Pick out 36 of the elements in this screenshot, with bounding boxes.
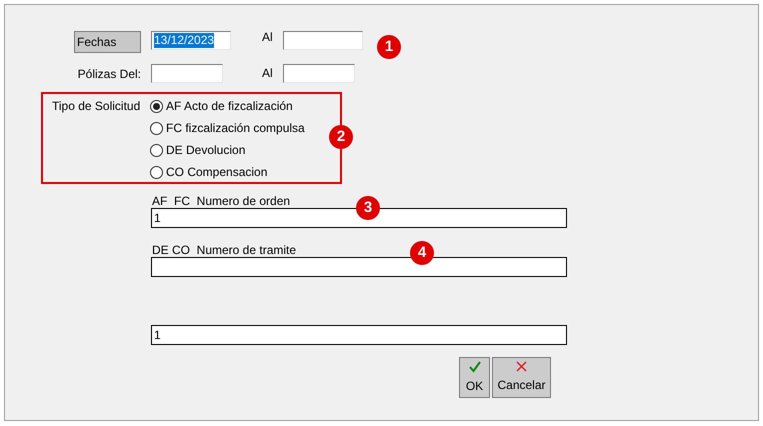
radio-button[interactable] <box>150 100 163 112</box>
poliza-field[interactable] <box>283 64 355 83</box>
field-value: 1 <box>154 210 161 227</box>
radio-button[interactable] <box>150 166 163 178</box>
radio-label: DE Devolucion <box>166 142 246 159</box>
annotation-badge: 4 <box>410 241 434 265</box>
text-field[interactable]: 1 <box>151 325 567 345</box>
poliza-field[interactable] <box>151 64 223 83</box>
radio-button[interactable] <box>150 122 163 134</box>
radio-option[interactable]: FC fizcalización compulsa <box>150 120 305 136</box>
cancel-button[interactable]: Cancelar <box>492 357 551 398</box>
ok-button[interactable]: OK <box>459 357 490 398</box>
field-value: 1 <box>154 327 161 344</box>
annotation-badge: 2 <box>329 125 353 149</box>
date-field[interactable]: 13/12/2023 <box>151 31 231 50</box>
check-icon <box>468 360 480 372</box>
annotation-badge: 1 <box>377 35 401 59</box>
radio-label: FC fizcalización compulsa <box>166 120 305 137</box>
radio-label: AF Acto de fizcalización <box>166 98 293 115</box>
radio-button[interactable] <box>150 144 163 156</box>
radio-option[interactable]: AF Acto de fizcalización <box>150 98 305 114</box>
close-icon <box>516 361 527 372</box>
field-label: AF FC Numero de orden <box>152 194 290 208</box>
tipo-solicitud-label: Tipo de Solicitud <box>52 98 142 115</box>
al-label: Al <box>262 65 274 82</box>
fechas-button[interactable]: Fechas <box>74 31 141 53</box>
text-field[interactable] <box>151 257 567 277</box>
radio-option[interactable]: DE Devolucion <box>150 142 305 158</box>
radio-option[interactable]: CO Compensacion <box>150 164 305 180</box>
annotation-badge: 3 <box>356 196 380 220</box>
al-label: Al <box>262 30 274 45</box>
polizas-label: Pólizas Del: <box>76 66 141 82</box>
date-field[interactable] <box>283 31 363 50</box>
field-label: DE CO Numero de tramite <box>152 243 296 257</box>
radio-label: CO Compensacion <box>166 164 268 181</box>
field-value: 13/12/2023 <box>154 33 214 48</box>
